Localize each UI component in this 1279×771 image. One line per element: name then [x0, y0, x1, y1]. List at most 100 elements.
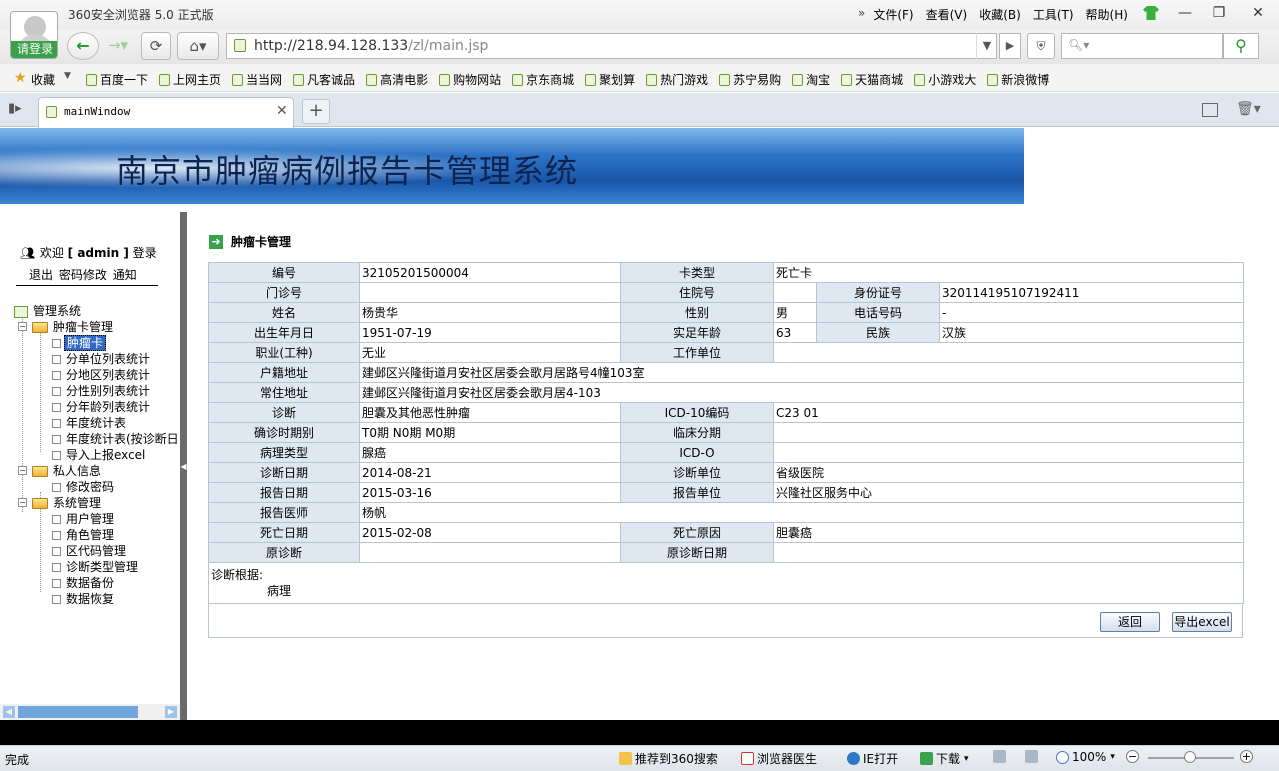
tree-item[interactable]: 导入上报excel — [52, 446, 147, 463]
fav-link[interactable]: 百度一下 — [86, 71, 148, 88]
doc-icon — [52, 435, 61, 444]
trash-icon[interactable]: 🗑︎▾ — [1236, 101, 1261, 117]
tree-group-system[interactable]: 系统管理 — [32, 494, 103, 511]
security-shield-icon[interactable]: ⛨ — [1027, 33, 1055, 59]
favorites-star-icon[interactable]: ★ — [14, 70, 27, 86]
close-window-button[interactable]: ✕ — [1243, 2, 1273, 24]
scroll-thumb[interactable] — [18, 706, 138, 718]
favorites-menu[interactable]: 收藏 — [31, 71, 55, 88]
forward-button[interactable]: →▾ — [101, 32, 135, 60]
recommend-360-button[interactable]: 推荐到360搜索 — [619, 750, 718, 767]
go-button[interactable]: ▶ — [999, 33, 1021, 59]
tree-item[interactable]: 数据恢复 — [52, 590, 116, 607]
back-button[interactable]: 返回 — [1100, 612, 1160, 632]
tree-group-personal[interactable]: 私人信息 — [32, 462, 103, 479]
fav-link[interactable]: 天猫商城 — [841, 71, 903, 88]
horizontal-scrollbar[interactable]: ◀ ▶ — [0, 704, 180, 720]
address-dropdown-icon[interactable]: ▼ — [976, 33, 997, 59]
fav-link[interactable]: 小游戏大 — [914, 71, 976, 88]
zoom-control[interactable]: 100% ▾ — [1056, 750, 1115, 764]
search-button[interactable]: ⚲ — [1223, 33, 1259, 59]
zoom-slider-knob[interactable] — [1184, 751, 1196, 763]
fav-link[interactable]: 京东商城 — [512, 71, 574, 88]
collapse-icon[interactable]: − — [18, 498, 27, 507]
fav-link[interactable]: 苏宁易购 — [719, 71, 781, 88]
new-tab-button[interactable]: + — [302, 99, 330, 124]
tree-item[interactable]: 分年龄列表统计 — [52, 398, 152, 415]
restore-button[interactable]: ❐ — [1204, 2, 1234, 24]
tree-item-tumor-card[interactable]: 肿瘤卡 — [52, 334, 107, 351]
url-text[interactable]: http://218.94.128.133/zl/main.jsp — [254, 38, 488, 54]
home-button[interactable]: ⌂▾ — [177, 32, 219, 60]
page-icon — [987, 73, 999, 86]
tree-item[interactable]: 区代码管理 — [52, 542, 128, 559]
fav-link[interactable]: 当当网 — [232, 71, 282, 88]
fav-link[interactable]: 聚划算 — [585, 71, 635, 88]
logout-link[interactable]: 退出 — [29, 268, 53, 282]
menu-help[interactable]: 帮助(H) — [1086, 6, 1128, 23]
screen-icon[interactable] — [993, 750, 1009, 763]
favorites-dropdown-icon[interactable]: ▼ — [64, 71, 71, 81]
fav-link[interactable]: 购物网站 — [439, 71, 501, 88]
menu-tools[interactable]: 工具(T) — [1033, 6, 1074, 23]
fav-link[interactable]: 上网主页 — [159, 71, 221, 88]
tree-item[interactable]: 年度统计表(按诊断日 — [52, 430, 181, 447]
ie-open-button[interactable]: IE打开 — [847, 750, 898, 767]
login-avatar[interactable]: 请登录 — [10, 11, 58, 59]
tree-item[interactable]: 数据备份 — [52, 574, 116, 591]
tree-item[interactable]: 分地区列表统计 — [52, 366, 152, 383]
page-icon — [159, 73, 171, 86]
collapse-icon[interactable]: − — [18, 466, 27, 475]
menu-overflow-icon[interactable]: » — [858, 6, 865, 23]
back-button[interactable]: ← — [67, 32, 99, 60]
login-button[interactable]: 请登录 — [11, 41, 57, 58]
menu-view[interactable]: 查看(V) — [926, 6, 968, 23]
minimize-button[interactable]: — — [1170, 2, 1200, 24]
doc-icon — [52, 419, 61, 428]
folder-icon — [32, 466, 48, 477]
page-icon — [366, 73, 378, 86]
notice-link[interactable]: 通知 — [113, 268, 137, 282]
tab-close-icon[interactable]: ✕ — [276, 103, 288, 119]
collapse-icon[interactable]: − — [18, 322, 27, 331]
doc-icon — [52, 483, 61, 492]
page-icon — [86, 73, 97, 86]
url-host: http://218.94.128.133 — [254, 38, 409, 54]
doc-icon — [52, 579, 61, 588]
tree-item[interactable]: 用户管理 — [52, 510, 116, 527]
tree-item[interactable]: 年度统计表 — [52, 414, 128, 431]
scroll-right-icon[interactable]: ▶ — [165, 706, 177, 718]
collapse-arrow-icon[interactable]: ◀ — [180, 460, 187, 474]
menu-file[interactable]: 文件(F) — [873, 6, 913, 23]
patient-name: 杨贵华 — [359, 302, 621, 323]
zoom-out-icon[interactable]: − — [1126, 750, 1142, 763]
medkit-icon — [741, 752, 754, 765]
fav-link[interactable]: 高清电影 — [366, 71, 428, 88]
download-button[interactable]: 下载 ▾ — [920, 750, 969, 767]
fav-link[interactable]: 淘宝 — [792, 71, 830, 88]
browser-doctor-button[interactable]: 浏览器医生 — [741, 750, 817, 767]
search-engine-icon[interactable]: 🔍︎▾ — [1068, 38, 1089, 52]
change-password-link[interactable]: 密码修改 — [59, 268, 107, 282]
tree-item[interactable]: 角色管理 — [52, 526, 116, 543]
welcome-text: 👥︎ 欢迎 [ admin ] 登录 — [20, 246, 157, 260]
menu-favorites[interactable]: 收藏(B) — [979, 6, 1021, 23]
tree-item[interactable]: 修改密码 — [52, 478, 116, 495]
tree-item[interactable]: 分性别列表统计 — [52, 382, 152, 399]
volume-icon[interactable] — [1025, 750, 1041, 763]
url-path: /zl/main.jsp — [408, 38, 489, 54]
tree-root[interactable]: 管理系统 — [14, 302, 83, 319]
zoom-in-icon[interactable]: + — [1240, 750, 1256, 763]
tree-group-tumor-card[interactable]: 肿瘤卡管理 — [32, 318, 115, 335]
fav-link[interactable]: 热门游戏 — [646, 71, 708, 88]
export-excel-button[interactable]: 导出excel — [1172, 612, 1232, 632]
sidebar-toggle-icon[interactable]: ▮▸ — [8, 101, 22, 116]
tumor-card-table: 编号 32105201500004 卡类型 死亡卡 门诊号 住院号 身份证号 3… — [208, 262, 1244, 604]
refresh-button[interactable]: ⟳ — [141, 32, 171, 60]
restore-tabs-icon[interactable] — [1202, 103, 1218, 117]
tree-item[interactable]: 分单位列表统计 — [52, 350, 152, 367]
fav-link[interactable]: 新浪微博 — [987, 71, 1049, 88]
scroll-left-icon[interactable]: ◀ — [3, 706, 15, 718]
fav-link[interactable]: 凡客诚品 — [293, 71, 355, 88]
tree-item[interactable]: 诊断类型管理 — [52, 558, 140, 575]
